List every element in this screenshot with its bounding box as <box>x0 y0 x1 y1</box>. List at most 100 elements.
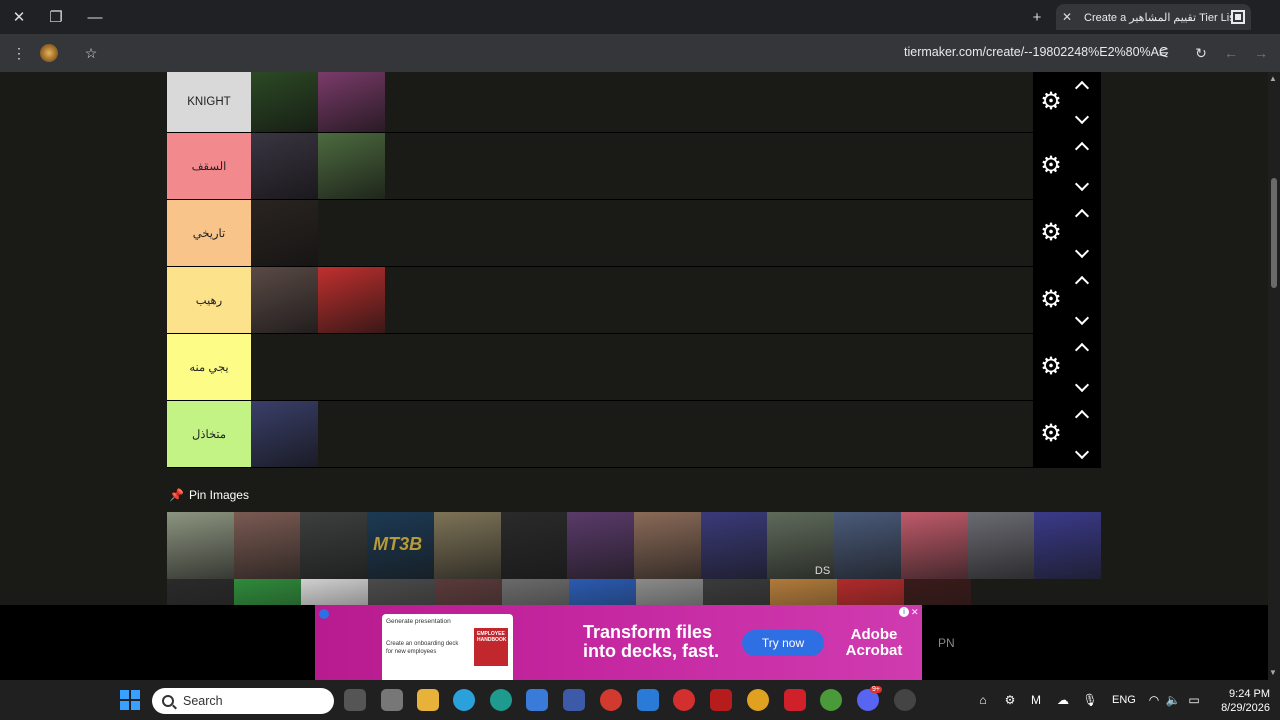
chevron-up-icon[interactable] <box>1073 407 1091 421</box>
ad-info-icon[interactable]: i <box>899 607 909 617</box>
wifi-icon[interactable]: ◠ <box>1146 692 1162 708</box>
chevron-down-icon[interactable] <box>1073 380 1091 394</box>
tier-label[interactable]: KNIGHT <box>167 72 251 132</box>
chevron-up-icon[interactable] <box>1073 139 1091 153</box>
pool-image[interactable] <box>636 579 703 605</box>
forward-arrow-icon[interactable]: → <box>1250 42 1272 64</box>
pool-image[interactable] <box>770 579 837 605</box>
tier-item-image[interactable] <box>251 72 318 132</box>
tier-drop-zone[interactable] <box>251 401 1033 467</box>
chrome-active-icon[interactable] <box>820 689 842 711</box>
tier-item-image[interactable] <box>318 133 385 199</box>
netflix-icon[interactable] <box>710 689 732 711</box>
scroll-down-icon[interactable]: ▼ <box>1269 668 1277 677</box>
tab-close-icon[interactable]: ✕ <box>1062 10 1076 24</box>
widgets-icon[interactable] <box>381 689 403 711</box>
task-view-icon[interactable] <box>344 689 366 711</box>
pool-image[interactable] <box>967 512 1035 579</box>
tier-item-image[interactable] <box>251 200 318 266</box>
tray-cloud-icon[interactable]: ☁ <box>1055 692 1071 708</box>
pool-image[interactable] <box>900 512 968 579</box>
store-icon[interactable] <box>526 689 548 711</box>
volume-icon[interactable]: 🔈 <box>1165 692 1181 708</box>
pool-image[interactable] <box>368 579 435 605</box>
tier-item-image[interactable] <box>251 133 318 199</box>
ad-try-now-button[interactable]: Try now <box>742 630 824 656</box>
chevron-down-icon[interactable] <box>1073 246 1091 260</box>
tier-item-image[interactable] <box>318 267 385 333</box>
pin-images-header[interactable]: 📌 Pin Images <box>169 488 249 502</box>
pool-image[interactable] <box>300 512 368 579</box>
pool-image[interactable] <box>167 579 234 605</box>
chevron-up-icon[interactable] <box>1073 206 1091 220</box>
chrome-icon[interactable] <box>600 689 622 711</box>
language-indicator[interactable]: ENG <box>1112 694 1136 706</box>
back-arrow-icon[interactable]: ← <box>1220 42 1242 64</box>
browser-tab[interactable]: ✕ Create a تقييم المشاهير Tier List <box>1056 4 1251 30</box>
tier-drop-zone[interactable] <box>251 72 1033 132</box>
minimize-window-icon[interactable]: — <box>82 6 108 28</box>
tier-label[interactable]: السقف <box>167 133 251 199</box>
gear-icon[interactable]: ⚙ <box>1039 422 1063 446</box>
ad-close-icon[interactable]: ✕ <box>911 607 919 618</box>
wps-icon[interactable] <box>784 689 806 711</box>
bookmark-star-icon[interactable]: ☆ <box>80 42 102 64</box>
pool-image[interactable] <box>167 512 234 579</box>
pool-image[interactable] <box>904 579 971 605</box>
url-text[interactable]: tiermaker.com/create/--19802248%E2%80%AC <box>904 45 1168 59</box>
pool-image[interactable]: DS <box>767 512 835 579</box>
pool-image[interactable] <box>567 512 635 579</box>
tier-label[interactable]: يجي منه <box>167 334 251 400</box>
pool-image[interactable] <box>433 512 501 579</box>
advertisement[interactable]: Generate presentation Create an onboardi… <box>315 605 922 680</box>
tier-drop-zone[interactable] <box>251 334 1033 400</box>
pool-image[interactable] <box>500 512 568 579</box>
tier-drop-zone[interactable] <box>251 200 1033 266</box>
chevron-down-icon[interactable] <box>1073 313 1091 327</box>
telegram-icon[interactable] <box>453 689 475 711</box>
tray-app-icon[interactable]: ⌂ <box>975 692 991 708</box>
pool-image[interactable] <box>569 579 636 605</box>
pdf-icon[interactable] <box>673 689 695 711</box>
windows-start-icon[interactable] <box>120 690 140 710</box>
tier-label[interactable]: متخاذل <box>167 401 251 467</box>
tier-item-image[interactable] <box>251 267 318 333</box>
tier-label[interactable]: رهيب <box>167 267 251 333</box>
reload-icon[interactable]: ↻ <box>1190 42 1212 64</box>
tier-drop-zone[interactable] <box>251 133 1033 199</box>
pool-image[interactable] <box>837 579 904 605</box>
app-circle-icon[interactable] <box>894 689 916 711</box>
scrollbar-thumb[interactable] <box>1271 178 1277 288</box>
app-m-icon[interactable] <box>563 689 585 711</box>
gear-icon[interactable]: ⚙ <box>1039 154 1063 178</box>
chevron-up-icon[interactable] <box>1073 78 1091 92</box>
taskbar-clock[interactable]: 9:24 PM 8/29/2026 <box>1218 687 1270 715</box>
scroll-up-icon[interactable]: ▲ <box>1269 74 1277 83</box>
pool-image[interactable] <box>634 512 701 579</box>
chevron-down-icon[interactable] <box>1073 179 1091 193</box>
pool-image[interactable] <box>703 579 770 605</box>
pool-image[interactable] <box>435 579 502 605</box>
pool-image[interactable] <box>233 512 301 579</box>
pool-image[interactable] <box>234 579 301 605</box>
chevron-up-icon[interactable] <box>1073 273 1091 287</box>
restore-window-icon[interactable]: ❐ <box>43 6 69 28</box>
gear-icon[interactable]: ⚙ <box>1039 90 1063 114</box>
tier-item-image[interactable] <box>251 401 318 467</box>
tier-item-image[interactable] <box>318 72 385 132</box>
chevron-down-icon[interactable] <box>1073 447 1091 461</box>
tray-gmail-icon[interactable]: M <box>1028 692 1044 708</box>
pool-image[interactable] <box>502 579 569 605</box>
pool-image[interactable] <box>700 512 768 579</box>
file-explorer-icon[interactable] <box>417 689 439 711</box>
gear-icon[interactable]: ⚙ <box>1039 288 1063 312</box>
close-window-icon[interactable]: ✕ <box>6 6 32 28</box>
ad-choices-icon[interactable] <box>319 609 329 619</box>
photos-icon[interactable] <box>747 689 769 711</box>
taskbar-search[interactable]: Search <box>152 688 334 714</box>
messages-icon[interactable] <box>637 689 659 711</box>
chevron-up-icon[interactable] <box>1073 340 1091 354</box>
battery-icon[interactable]: ▭ <box>1186 692 1202 708</box>
pool-image[interactable]: MT3B <box>367 512 434 579</box>
gear-icon[interactable]: ⚙ <box>1039 221 1063 245</box>
